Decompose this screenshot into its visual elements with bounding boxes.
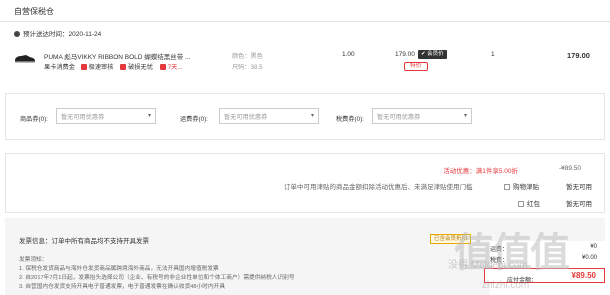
service-tag: 7天... bbox=[159, 64, 182, 71]
product-size: 尺码：38.5 bbox=[232, 64, 263, 71]
checkbox[interactable] bbox=[518, 201, 524, 207]
invoice-note: 3. 自营国内仓发货支持开具电子普通发票，电子普通发票在确认收货48小时内开具 bbox=[19, 284, 226, 290]
return-icon bbox=[159, 64, 166, 70]
red-packet-status: 暂无可用 bbox=[566, 201, 592, 208]
coupon-section: 商品券(0): 暂无可用优惠券 ▾ 运费券(0): 暂无可用优惠券 ▾ 税费券(… bbox=[5, 93, 605, 140]
promotion-text: 活动优惠：满1件享5.00折 bbox=[443, 168, 518, 175]
item-subtotal: 179.00 bbox=[567, 51, 590, 60]
unit-quantity: 1.00 bbox=[342, 51, 355, 58]
delivery-label: 预计送达时间： bbox=[23, 31, 69, 38]
member-price-badge: ✔ 会员价 bbox=[418, 50, 447, 59]
payable-box: 应付金额： ¥89.50 bbox=[484, 268, 605, 284]
red-packet-option[interactable]: 红包 bbox=[518, 198, 540, 208]
shipping-fee-value: ¥0 bbox=[590, 244, 597, 250]
order-item-row: PUMA 彪马VIKKY RIBBON BOLD 蝴蝶结黑丝带 ... 果卡消费… bbox=[0, 40, 610, 80]
damage-free-icon bbox=[120, 64, 127, 70]
shipping-coupon-select[interactable]: 暂无可用优惠券 ▾ bbox=[219, 108, 319, 124]
service-tag: 果卡消费金 bbox=[44, 64, 75, 71]
member-discount-badge: 已含会员折扣 bbox=[430, 234, 472, 244]
service-tag: 破损无忧 bbox=[120, 64, 153, 71]
invoice-note: 2. 自2017年7月1日起，发票抬头选择公司（企业、有税号的非企业性单位和个体… bbox=[19, 275, 295, 281]
chevron-down-icon: ▾ bbox=[147, 113, 151, 119]
discount-summary: 活动优惠：满1件享5.00折 -¥89.50 订单中可用津贴的商品金额扣除活动优… bbox=[5, 153, 605, 213]
payable-label: 应付金额： bbox=[507, 278, 538, 284]
tax-fee-label: 税费： bbox=[490, 258, 509, 264]
chevron-down-icon: ▾ bbox=[463, 113, 467, 119]
product-service-tags: 果卡消费金 极速审核 破损无忧 7天... bbox=[44, 62, 187, 71]
service-tag: 极速审核 bbox=[80, 64, 113, 71]
allowance-note: 订单中可用津贴的商品金额扣除活动优惠后、未满足津贴使用门槛 bbox=[284, 184, 473, 191]
unit-price: 179.00 bbox=[395, 51, 415, 58]
chevron-down-icon: ▾ bbox=[310, 113, 314, 119]
tax-fee-value: ¥0.00 bbox=[581, 255, 597, 261]
item-quantity: 1 bbox=[491, 51, 495, 58]
invoice-note: 发票须知： bbox=[19, 257, 48, 263]
checkbox[interactable] bbox=[504, 184, 510, 190]
section-title: 自营保税仓 bbox=[14, 7, 54, 16]
shoe-icon[interactable] bbox=[14, 53, 36, 63]
product-coupon-label: 商品券(0): bbox=[20, 116, 48, 123]
promotion-amount: -¥89.50 bbox=[558, 165, 581, 172]
invoice-note: 1. 保税仓发货商品与海外仓发货商品属跨境海外商品，无法开具国内增值税发票 bbox=[19, 266, 219, 272]
shipping-fee-label: 运费： bbox=[490, 247, 509, 253]
delivery-date: 2020-11-24 bbox=[68, 31, 102, 38]
product-coupon-select[interactable]: 暂无可用优惠券 ▾ bbox=[56, 108, 156, 124]
invoice-heading: 发票信息：订单中所有商品均不支持开具发票 bbox=[19, 238, 149, 245]
invoice-notes: 发票须知： 1. 保税仓发货商品与海外仓发货商品属跨境海外商品，无法开具国内增值… bbox=[19, 256, 295, 292]
clock-icon bbox=[14, 31, 20, 37]
special-price-badge: 特价 bbox=[404, 62, 428, 71]
section-header: 自营保税仓 bbox=[0, 0, 610, 22]
shipping-coupon-label: 运费券(0): bbox=[180, 116, 208, 123]
product-title-link[interactable]: PUMA 彪马VIKKY RIBBON BOLD 蝴蝶结黑丝带 ... bbox=[44, 51, 191, 61]
delivery-estimate: 预计送达时间：2020-11-24 bbox=[14, 28, 101, 38]
fast-review-icon bbox=[80, 64, 87, 70]
shop-allowance-option[interactable]: 购物津贴 bbox=[504, 181, 539, 191]
tax-coupon-select[interactable]: 暂无可用优惠券 ▾ bbox=[372, 108, 472, 124]
tax-coupon-label: 税费券(0): bbox=[336, 116, 364, 123]
allowance-status: 暂无可用 bbox=[566, 184, 592, 191]
product-color: 颜色：黑色 bbox=[232, 53, 263, 60]
payable-amount: ¥89.50 bbox=[571, 271, 596, 280]
shipment-card: 预计送达时间：2020-11-24 PUMA 彪马VIKKY RIBBON BO… bbox=[0, 22, 610, 80]
